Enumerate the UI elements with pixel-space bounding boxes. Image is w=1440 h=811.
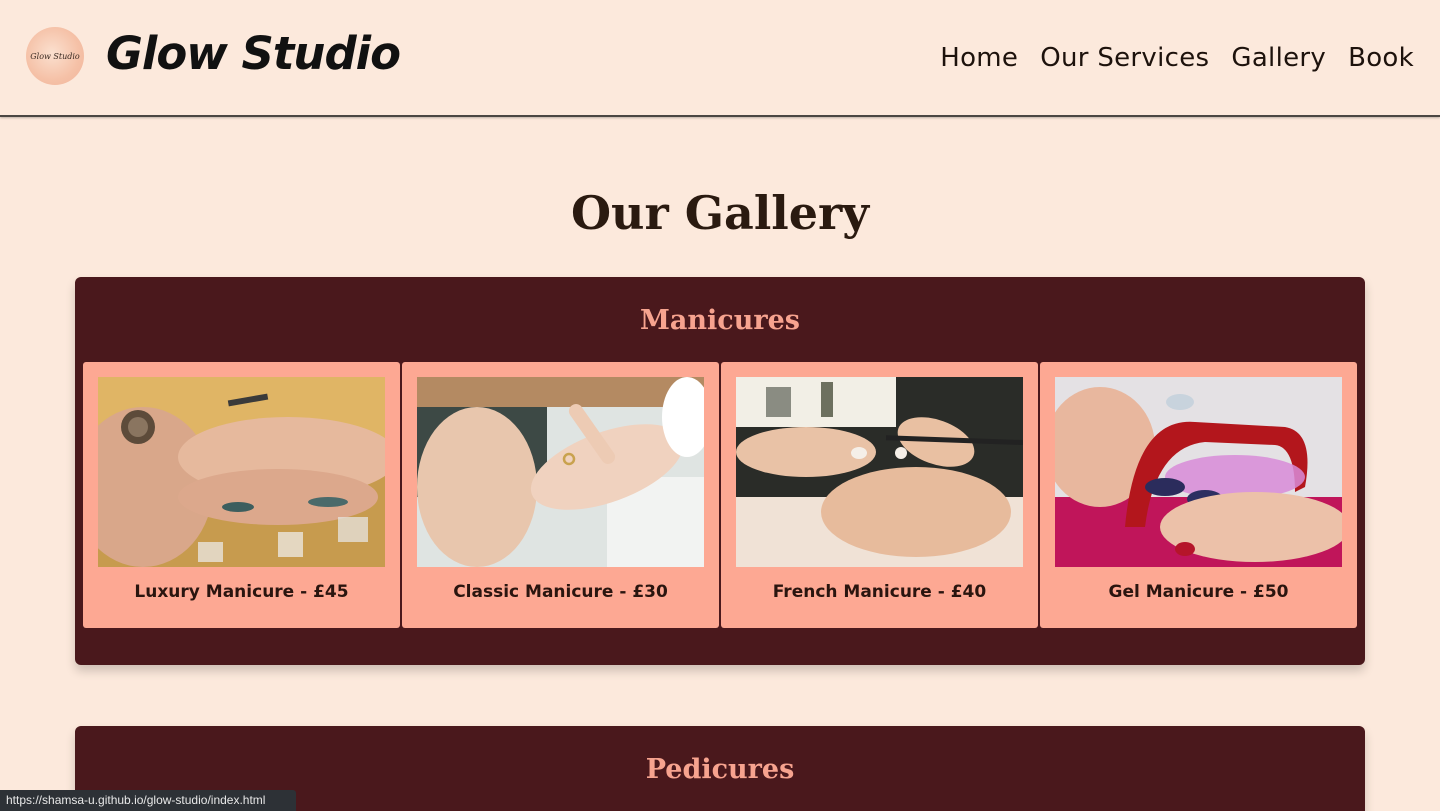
section-title: Manicures: [640, 305, 800, 336]
nav-services-link[interactable]: Our Services: [1040, 38, 1209, 78]
gallery-caption: Classic Manicure - £30: [453, 582, 668, 602]
site-header: Glow Studio Glow Studio Home Our Service…: [0, 0, 1440, 117]
gallery-photo: [1055, 377, 1342, 567]
section-title: Pedicures: [645, 754, 795, 785]
gallery-photo: [736, 377, 1023, 567]
nav-gallery-link[interactable]: Gallery: [1231, 38, 1326, 78]
nav-book-link[interactable]: Book: [1348, 38, 1414, 78]
gallery-section-manicures: Manicures Luxury Manicure - £45 Classic …: [75, 277, 1365, 665]
gallery-card[interactable]: French Manicure - £40: [721, 362, 1038, 628]
gallery-photo: [98, 377, 385, 567]
main-nav: Home Our Services Gallery Book: [940, 38, 1414, 78]
nav-home-link[interactable]: Home: [940, 38, 1018, 78]
gallery-caption: French Manicure - £40: [772, 582, 987, 602]
gallery-card[interactable]: Gel Manicure - £50: [1040, 362, 1357, 628]
gallery-caption: Luxury Manicure - £45: [134, 582, 349, 602]
gallery-photo: [417, 377, 704, 567]
status-bar-url: https://shamsa-u.github.io/glow-studio/i…: [0, 790, 296, 811]
brand-title[interactable]: Glow Studio: [106, 24, 401, 84]
logo-text: Glow Studio: [30, 51, 80, 61]
gallery-card[interactable]: Classic Manicure - £30: [402, 362, 719, 628]
gallery-caption: Gel Manicure - £50: [1108, 582, 1289, 602]
gallery-cards: Luxury Manicure - £45 Classic Manicure -…: [83, 362, 1357, 628]
gallery-card[interactable]: Luxury Manicure - £45: [83, 362, 400, 628]
logo-icon[interactable]: Glow Studio: [26, 27, 84, 85]
page-title: Our Gallery: [570, 186, 870, 240]
